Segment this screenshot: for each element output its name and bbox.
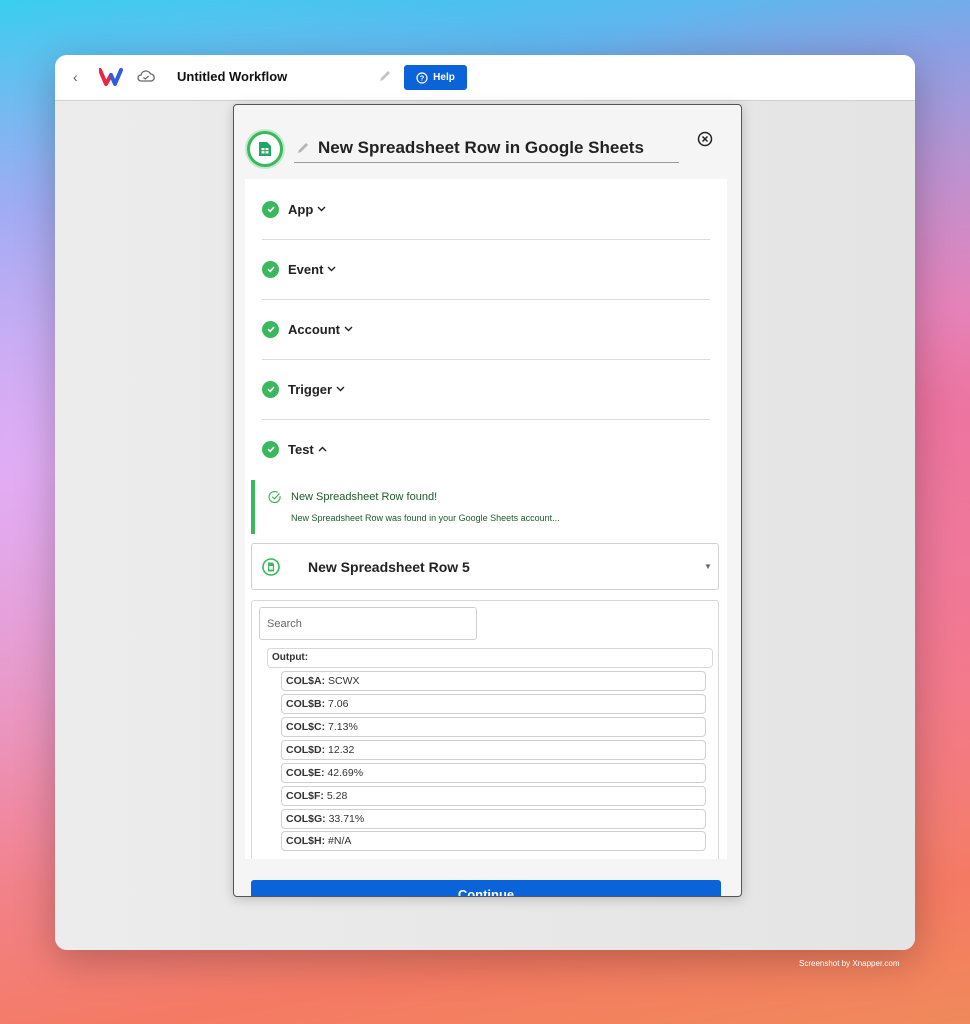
record-select-label: New Spreadsheet Row 5 — [308, 559, 470, 575]
close-circle-icon[interactable] — [697, 131, 713, 147]
output-key: COL$H: — [286, 835, 326, 847]
section-event[interactable]: Event — [262, 239, 710, 300]
output-row[interactable]: COL$H: #N/A — [281, 831, 706, 851]
search-input[interactable] — [259, 607, 477, 640]
alert-message: New Spreadsheet Row was found in your Go… — [291, 513, 560, 523]
caret-down-icon: ▼ — [704, 562, 712, 571]
help-label: Help — [433, 72, 455, 83]
section-trigger[interactable]: Trigger — [262, 359, 710, 420]
chevron-down-icon — [344, 324, 353, 335]
output-value: 5.28 — [326, 790, 348, 802]
section-label: Trigger — [288, 381, 333, 397]
output-header: Output: — [267, 648, 713, 668]
output-key: COL$A: — [286, 675, 326, 687]
chevron-down-icon — [327, 264, 336, 275]
section-test[interactable]: Test — [262, 419, 710, 479]
check-circle-icon — [262, 260, 279, 278]
google-sheets-icon — [247, 131, 283, 167]
alert-title: New Spreadsheet Row found! — [291, 491, 438, 503]
section-label: Account — [288, 321, 340, 337]
output-value: 42.69% — [327, 767, 364, 779]
output-value: 33.71% — [328, 813, 365, 825]
google-sheets-icon — [262, 558, 280, 576]
output-row[interactable]: COL$E: 42.69% — [281, 763, 706, 783]
help-circle-icon: ? — [416, 71, 428, 84]
chevron-down-icon — [317, 204, 326, 215]
output-row[interactable]: COL$D: 12.32 — [281, 740, 706, 760]
section-account[interactable]: Account — [262, 299, 710, 360]
step-config-panel: New Spreadsheet Row in Google Sheets App… — [233, 104, 742, 897]
output-value: #N/A — [328, 835, 352, 847]
continue-button[interactable]: Continue — [251, 880, 721, 896]
chevron-up-icon — [318, 444, 327, 455]
output-value: 7.13% — [328, 721, 358, 733]
output-value: SCWX — [328, 675, 360, 687]
workflow-title[interactable]: Untitled Workflow — [177, 69, 287, 84]
output-value: 12.32 — [328, 744, 355, 756]
record-select[interactable]: New Spreadsheet Row 5 ▼ — [251, 543, 719, 590]
pencil-icon[interactable] — [378, 69, 392, 83]
output-key: COL$E: — [286, 767, 325, 779]
output-panel: Output: COL$A: SCWX COL$B: 7.06 COL$C: 7… — [251, 600, 719, 859]
chevron-down-icon — [336, 384, 345, 395]
output-value: 7.06 — [328, 698, 349, 710]
output-row[interactable]: COL$F: 5.28 — [281, 786, 706, 806]
section-label: Test — [288, 441, 314, 457]
screenshot-credit: Screenshot by Xnapper.com — [799, 959, 900, 968]
section-app[interactable]: App — [262, 179, 710, 240]
app-logo-icon[interactable] — [99, 67, 129, 87]
check-circle-icon — [262, 380, 279, 398]
success-alert: New Spreadsheet Row found! New Spreadshe… — [251, 480, 721, 534]
output-row[interactable]: COL$C: 7.13% — [281, 717, 706, 737]
section-label: App — [288, 201, 314, 217]
check-circle-icon — [262, 440, 279, 458]
section-label: Event — [288, 261, 324, 277]
output-key: COL$F: — [286, 790, 324, 802]
output-key: COL$B: — [286, 698, 326, 710]
step-title[interactable]: New Spreadsheet Row in Google Sheets — [294, 135, 679, 163]
output-row[interactable]: COL$G: 33.71% — [281, 809, 706, 829]
output-row[interactable]: COL$A: SCWX — [281, 671, 706, 691]
output-key: COL$G: — [286, 813, 326, 825]
check-circle-outline-icon — [268, 490, 281, 504]
check-circle-icon — [262, 200, 279, 218]
step-sections: App Event Account Trigger Test New Sprea… — [245, 179, 727, 859]
output-key: COL$D: — [286, 744, 326, 756]
back-chevron-icon[interactable]: ‹ — [73, 69, 78, 85]
help-button[interactable]: ? Help — [404, 65, 467, 90]
cloud-icon — [137, 70, 155, 82]
check-circle-icon — [262, 320, 279, 338]
output-key: COL$C: — [286, 721, 326, 733]
top-bar: ‹ Untitled Workflow ? Help — [55, 55, 915, 101]
output-row[interactable]: COL$B: 7.06 — [281, 694, 706, 714]
svg-text:?: ? — [420, 73, 425, 82]
